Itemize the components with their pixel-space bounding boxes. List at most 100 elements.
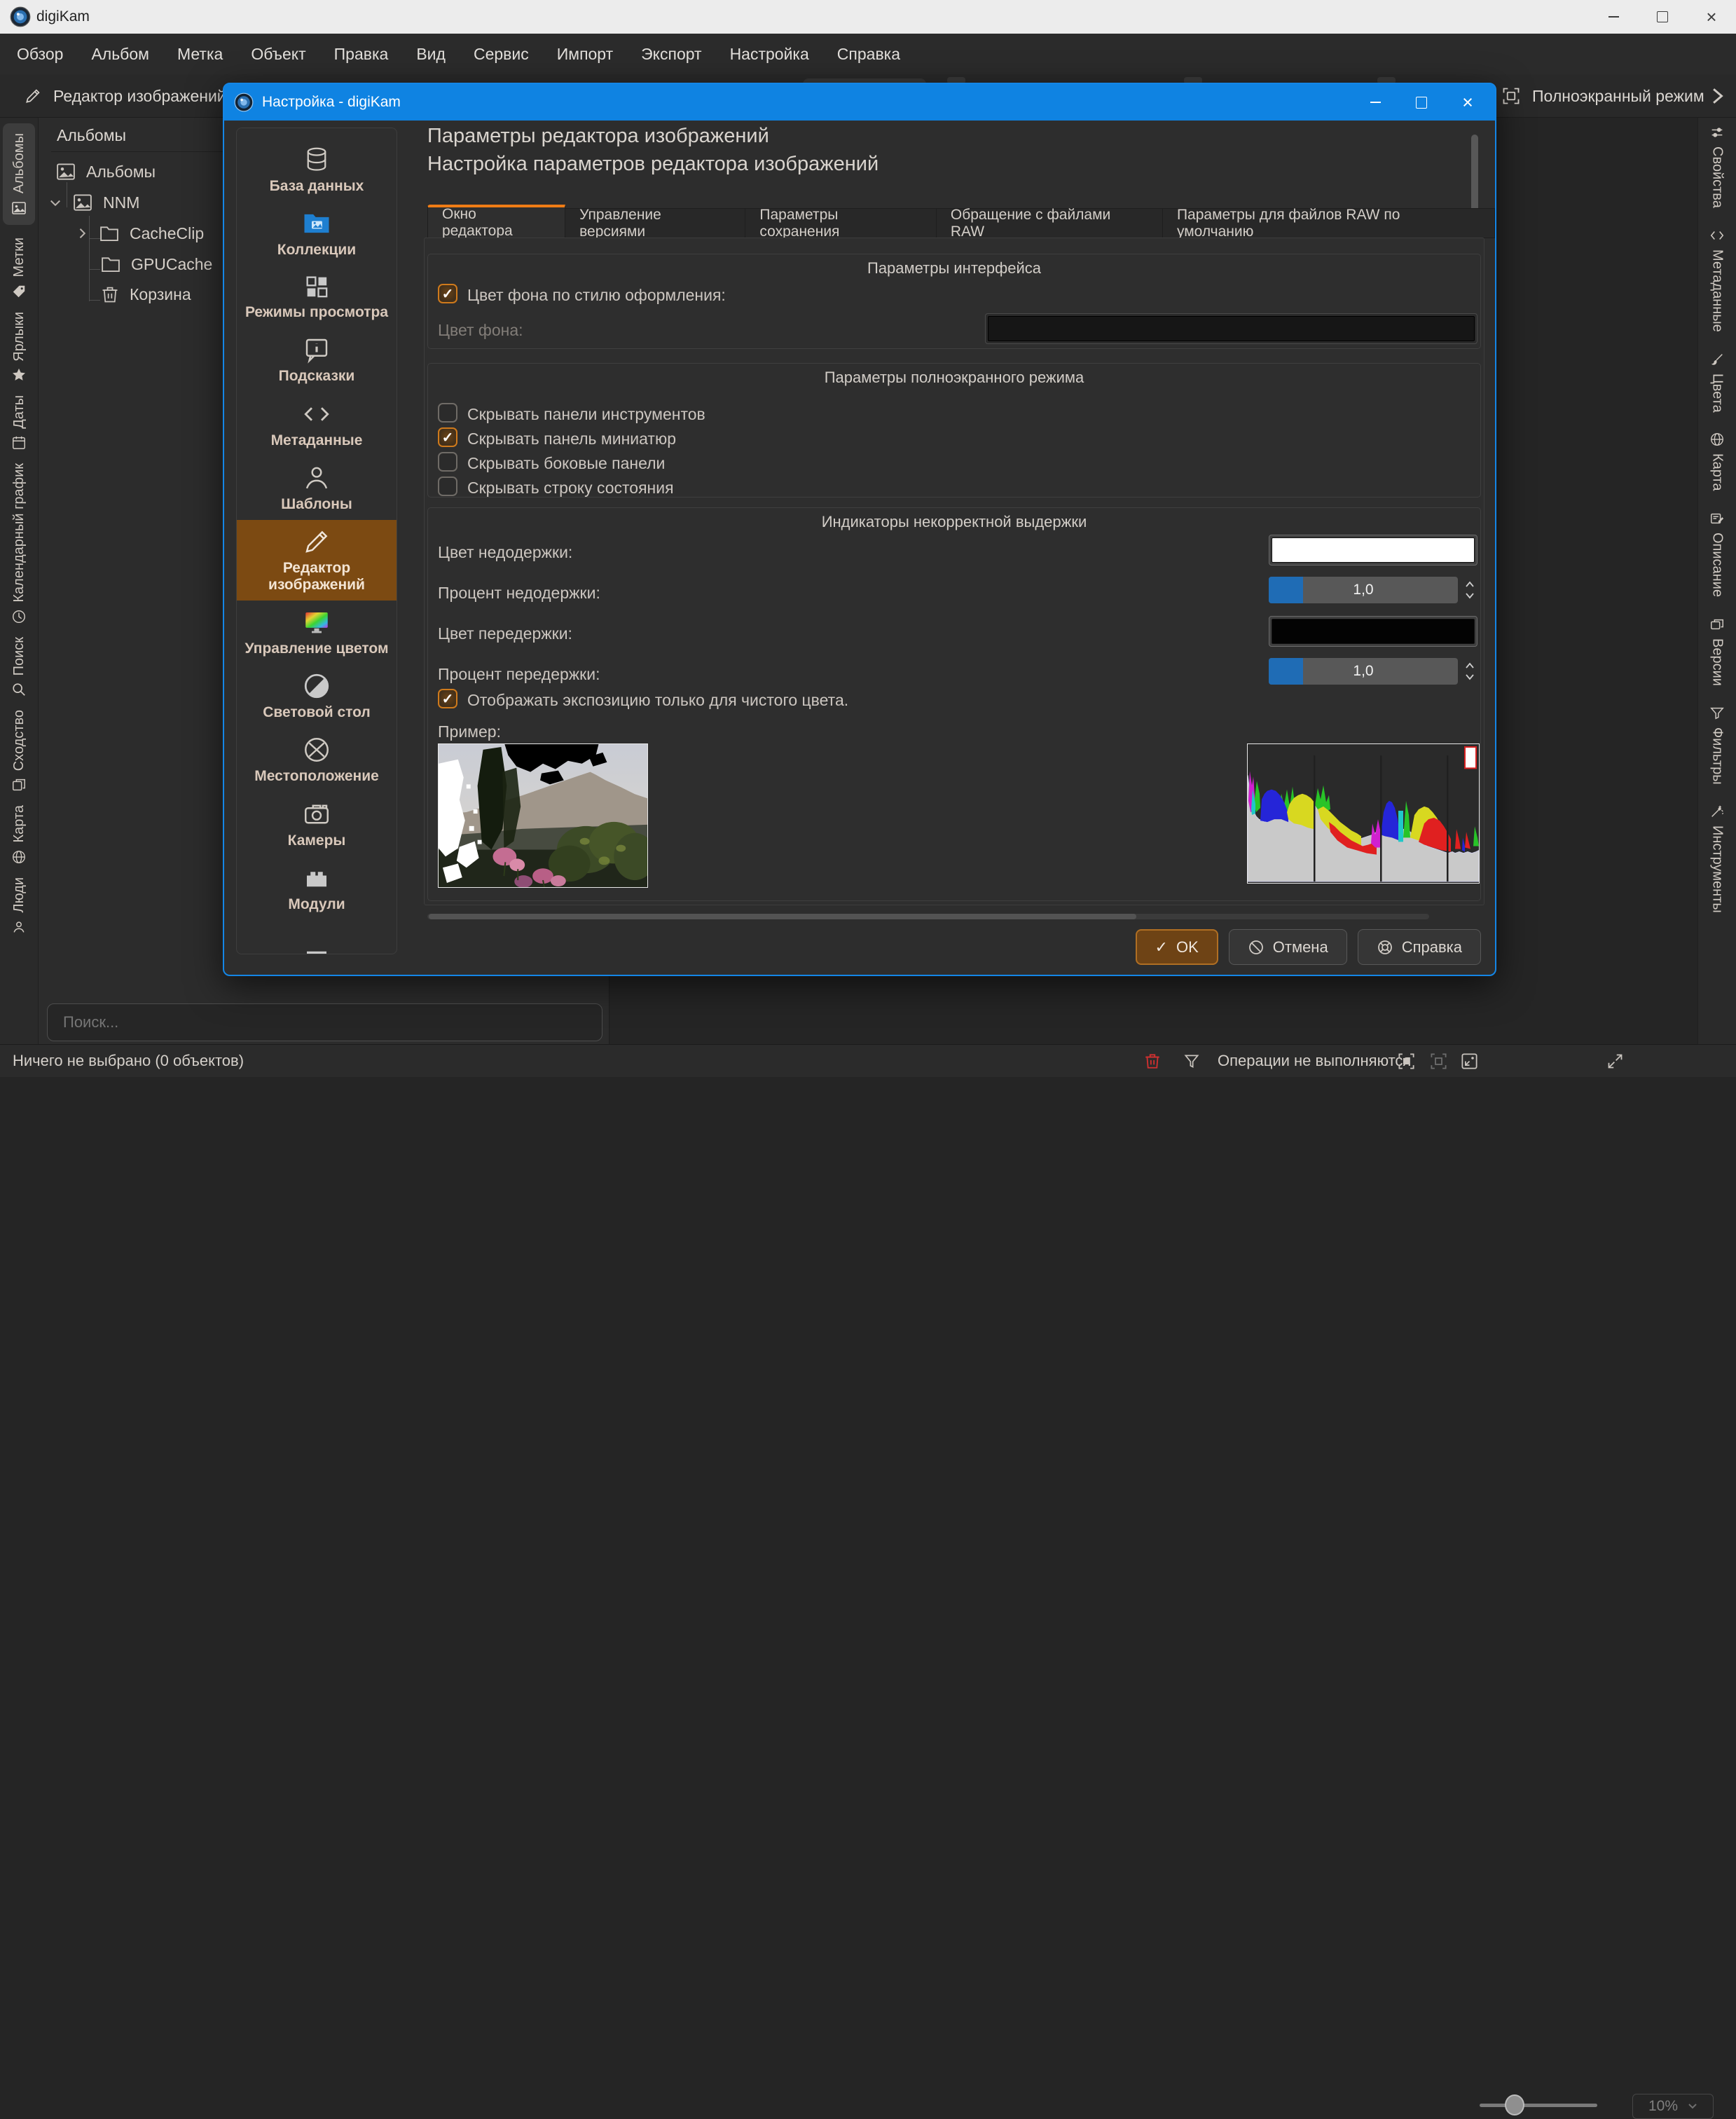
sidebar-tab-labels[interactable]: Ярлыки	[11, 312, 27, 383]
dialog-close-button[interactable]: ×	[1445, 84, 1491, 121]
fit-select-icon[interactable]	[1397, 1052, 1416, 1071]
category-geolocation[interactable]: Местоположение	[237, 728, 397, 792]
dialog-maximize-button[interactable]	[1398, 84, 1445, 121]
sidebar-tab-tools[interactable]: Инструменты	[1709, 804, 1725, 913]
tree-item-nnm[interactable]: NNM	[48, 192, 139, 213]
category-light-table[interactable]: Световой стол	[237, 664, 397, 728]
tree-item-cacheclip[interactable]: CacheClip	[75, 223, 204, 244]
menu-item[interactable]: Объект	[237, 34, 319, 74]
menu-tag[interactable]: Метка	[163, 34, 237, 74]
category-metadata[interactable]: Метаданные	[237, 392, 397, 456]
tree-item-trash[interactable]: Корзина	[100, 284, 191, 304]
filter-status-icon[interactable]	[1183, 1052, 1201, 1071]
sidebar-tab-dates[interactable]: Даты	[11, 395, 27, 451]
background-color-well[interactable]	[985, 313, 1477, 344]
menu-album[interactable]: Альбом	[77, 34, 163, 74]
theme-background-checkbox[interactable]	[438, 284, 457, 303]
sidebar-tab-tags[interactable]: Метки	[11, 238, 27, 299]
menu-display[interactable]: Вид	[402, 34, 460, 74]
menu-tools[interactable]: Сервис	[460, 34, 543, 74]
tab-raw-behavior[interactable]: Обращение с файлами RAW	[937, 208, 1163, 238]
tab-save-settings[interactable]: Параметры сохранения	[745, 208, 936, 238]
sidebar-tab-timeline[interactable]: Календарный график	[11, 463, 27, 624]
hide-statusbar-checkbox[interactable]	[438, 476, 457, 496]
menu-import[interactable]: Импорт	[543, 34, 627, 74]
image-editor-button[interactable]: Редактор изображений	[24, 74, 226, 118]
zoom-slider-track[interactable]	[1480, 2104, 1597, 2107]
tab-editor-window[interactable]: Окно редактора	[427, 205, 565, 238]
sidebar-tab-albums[interactable]: Альбомы	[3, 123, 35, 225]
over-percent-spinbox[interactable]: 1,0	[1269, 658, 1458, 685]
menu-export[interactable]: Экспорт	[627, 34, 715, 74]
category-collections[interactable]: Коллекции	[237, 202, 397, 266]
tree-item-gpucache[interactable]: GPUCache	[100, 254, 212, 275]
sidebar-tab-captions[interactable]: Описание	[1709, 511, 1725, 597]
tab-raw-defaults[interactable]: Параметры для файлов RAW по умолчанию	[1163, 208, 1495, 238]
hide-thumbbar-checkbox[interactable]	[438, 427, 457, 447]
sidebar-tab-filters[interactable]: Фильтры	[1709, 706, 1725, 785]
fit-window-icon[interactable]	[1429, 1052, 1448, 1071]
help-button[interactable]: Справка	[1358, 929, 1481, 965]
category-image-editor[interactable]: Редактор изображений	[237, 520, 397, 601]
group-title: Параметры полноэкранного режима	[428, 369, 1480, 387]
chevron-right-icon[interactable]	[1709, 87, 1725, 105]
ok-button[interactable]: ✓ OK	[1136, 929, 1218, 965]
zoom-100-icon[interactable]	[1460, 1052, 1479, 1071]
close-button[interactable]: ×	[1687, 0, 1736, 34]
sidebar-tab-versions[interactable]: Версии	[1709, 617, 1725, 686]
dialog-horizontal-scrollbar[interactable]	[427, 914, 1429, 919]
dialog-window-controls: ×	[1352, 84, 1491, 121]
dialog-minimize-button[interactable]	[1352, 84, 1398, 121]
expander-down-icon[interactable]	[48, 196, 62, 210]
spin-arrows-icon[interactable]	[1463, 658, 1476, 685]
hide-sidebars-checkbox[interactable]	[438, 452, 457, 472]
menu-settings[interactable]: Настройка	[716, 34, 823, 74]
category-plugins[interactable]: Модули	[237, 856, 397, 920]
dialog-titlebar: Настройка - digiKam ×	[224, 84, 1495, 121]
category-templates[interactable]: Шаблоны	[237, 456, 397, 520]
sidebar-tab-map[interactable]: Карта	[11, 805, 27, 865]
hide-thumbbar-label: Скрывать панель миниатюр	[467, 430, 676, 448]
category-misc-partial[interactable]	[237, 938, 397, 954]
cancel-button[interactable]: Отмена	[1229, 929, 1347, 965]
people-icon	[11, 919, 27, 935]
trash-status-icon[interactable]	[1143, 1051, 1162, 1071]
zoom-percent-select[interactable]: 10%	[1632, 2094, 1714, 2119]
menu-view[interactable]: Обзор	[3, 34, 77, 74]
search-input[interactable]	[47, 1003, 602, 1041]
tree-item-albums-root[interactable]: Альбомы	[55, 161, 156, 182]
menu-help[interactable]: Справка	[823, 34, 914, 74]
sidebar-tab-people[interactable]: Люди	[11, 877, 27, 935]
sidebar-tab-metadata[interactable]: Метаданные	[1709, 228, 1725, 332]
category-database[interactable]: База данных	[237, 138, 397, 202]
tab-versioning[interactable]: Управление версиями	[565, 208, 745, 238]
category-color-management[interactable]: Управление цветом	[237, 601, 397, 664]
star-icon	[11, 367, 27, 383]
category-cameras[interactable]: Камеры	[237, 793, 397, 856]
sidebar-tab-search[interactable]: Поиск	[11, 637, 27, 697]
under-color-well[interactable]	[1269, 535, 1477, 565]
under-percent-spinbox[interactable]: 1,0	[1269, 577, 1458, 603]
menu-edit[interactable]: Правка	[320, 34, 403, 74]
expander-right-icon[interactable]	[75, 226, 89, 240]
sidebar-tab-properties[interactable]: Свойства	[1709, 125, 1725, 208]
over-color-well[interactable]	[1269, 616, 1477, 647]
minimize-button[interactable]	[1589, 0, 1638, 34]
zoom-slider-handle[interactable]	[1505, 2094, 1524, 2115]
expand-icon[interactable]	[1606, 1052, 1625, 1071]
pure-color-checkbox[interactable]	[438, 689, 457, 708]
category-tooltips[interactable]: Подсказки	[237, 328, 397, 392]
hide-toolbars-checkbox[interactable]	[438, 403, 457, 423]
scrollbar-handle[interactable]	[429, 914, 1136, 919]
spin-arrows-icon[interactable]	[1463, 577, 1476, 603]
dialog-app-icon	[234, 92, 254, 112]
fullscreen-button[interactable]: Полноэкранный режим	[1501, 74, 1704, 118]
paintbrush-icon	[1709, 352, 1725, 367]
sidebar-tab-similarity[interactable]: Сходство	[11, 710, 27, 793]
sidebar-tab-map-right[interactable]: Карта	[1709, 432, 1725, 491]
group-fullscreen-options: Параметры полноэкранного режима Скрывать…	[427, 363, 1481, 498]
right-sidebar-tabs: Свойства Метаданные Цвета Карта Описание…	[1697, 118, 1736, 1044]
sidebar-tab-colors[interactable]: Цвета	[1709, 352, 1725, 413]
maximize-button[interactable]	[1638, 0, 1687, 34]
category-views[interactable]: Режимы просмотра	[237, 266, 397, 328]
